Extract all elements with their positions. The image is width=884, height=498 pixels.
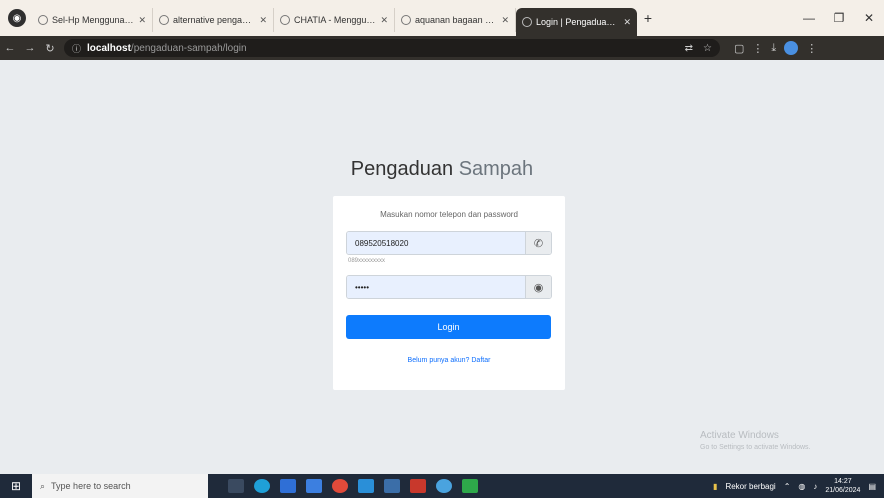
password-input[interactable] — [347, 276, 525, 298]
page-body: Pengaduan Sampah Masukan nomor telepon d… — [0, 60, 884, 474]
windows-taskbar: ⊞ ⌕ Type here to search ▮ Rekor berbagi … — [0, 474, 884, 498]
tab-4[interactable]: aquanan bagaan penga✕ — [395, 8, 516, 32]
restore-icon[interactable]: ❐ — [824, 11, 854, 25]
close-tab-icon[interactable]: ✕ — [623, 17, 631, 28]
tab-2[interactable]: alternative pengaduan s✕ — [153, 8, 274, 32]
task-view-icon[interactable] — [228, 479, 244, 493]
close-tab-icon[interactable]: ✕ — [501, 15, 509, 26]
clock[interactable]: 14:27 21/06/2024 — [825, 477, 860, 495]
windows-start-icon[interactable]: ⊞ — [0, 474, 32, 498]
login-button[interactable]: Login — [346, 315, 551, 339]
register-link[interactable]: Belum punya akun? Daftar — [346, 357, 552, 364]
phone-icon: ✆ — [525, 232, 551, 254]
eye-icon[interactable]: ◉ — [525, 276, 551, 298]
network-icon[interactable]: ◍ — [798, 482, 805, 491]
translate-icon[interactable]: ⇄ — [685, 43, 693, 54]
reload-icon[interactable]: ↻ — [40, 42, 60, 55]
weather-text[interactable]: Rekor berbagi — [725, 482, 775, 491]
browser-menu-icon[interactable]: ◉ — [8, 9, 26, 27]
activate-windows-watermark: Activate Windows Go to Settings to activ… — [700, 430, 811, 451]
system-tray: ▮ Rekor berbagi ⌃ ◍ ♪ 14:27 21/06/2024 ▤ — [713, 477, 884, 495]
page-icon — [522, 17, 532, 27]
google-icon — [159, 15, 169, 25]
chrome-icon[interactable] — [332, 479, 348, 493]
new-tab-button[interactable]: + — [637, 10, 659, 26]
notifications-icon[interactable]: ▤ — [868, 482, 876, 491]
extensions-icon[interactable]: ▢ — [734, 42, 744, 55]
address-bar[interactable]: ⓘ localhost/pengaduan-sampah/login ⇄ ☆ — [64, 39, 720, 57]
back-icon[interactable]: ← — [0, 42, 20, 54]
watermark-title: Activate Windows — [700, 430, 779, 441]
close-tab-icon[interactable]: ✕ — [380, 15, 388, 26]
minimize-icon[interactable]: — — [794, 11, 824, 25]
password-input-group: ◉ — [346, 275, 552, 299]
taskbar-search[interactable]: ⌕ Type here to search — [32, 474, 208, 498]
clock-date: 21/06/2024 — [825, 487, 861, 494]
weather-icon: ▮ — [713, 481, 718, 491]
tray-chevron-icon[interactable]: ⌃ — [784, 482, 791, 491]
xampp-icon[interactable] — [462, 479, 478, 493]
close-tab-icon[interactable]: ✕ — [259, 15, 267, 26]
taskbar-apps — [228, 479, 478, 493]
tab-active-login[interactable]: Login | Pengaduan Sampah✕ — [516, 8, 637, 36]
site-info-icon[interactable]: ⓘ — [72, 42, 81, 55]
filezilla-icon[interactable] — [410, 479, 426, 493]
browser-tab-strip: ◉ Sel-Hp Menggunakan Fi✕ alternative pen… — [0, 0, 884, 36]
profile-avatar[interactable] — [784, 41, 799, 55]
brand-bold: Pengaduan — [350, 158, 454, 180]
close-window-icon[interactable]: ✕ — [854, 11, 884, 25]
menu-icon[interactable]: ⋮ — [806, 42, 817, 55]
tab-1[interactable]: Sel-Hp Menggunakan Fi✕ — [32, 8, 153, 32]
watermark-subtitle: Go to Settings to activate Windows. — [700, 444, 811, 451]
search-icon: ⌕ — [40, 480, 46, 491]
app-icon[interactable] — [384, 479, 400, 493]
vscode-icon[interactable] — [358, 479, 374, 493]
clock-time: 14:27 — [834, 478, 852, 485]
forward-icon[interactable]: → — [20, 42, 40, 54]
sidebar-icon[interactable]: ⋮ — [752, 42, 763, 55]
browser-toolbar: ← → ↻ ⓘ localhost/pengaduan-sampah/login… — [0, 36, 884, 60]
download-icon[interactable]: ⤓ — [771, 42, 776, 55]
login-message: Masukan nomor telepon dan password — [380, 210, 518, 219]
volume-icon[interactable]: ♪ — [813, 482, 817, 491]
edge-icon[interactable] — [254, 479, 270, 493]
mail-icon[interactable] — [306, 479, 322, 493]
chat-icon — [280, 15, 290, 25]
google-icon — [401, 15, 411, 25]
login-card: Masukan nomor telepon dan password ✆ 089… — [333, 196, 565, 390]
brand-light: Sampah — [458, 158, 534, 180]
tab-3[interactable]: CHATIA - Menggunakan fo✕ — [274, 8, 395, 32]
store-icon[interactable] — [280, 479, 296, 493]
close-tab-icon[interactable]: ✕ — [138, 15, 146, 26]
search-placeholder: Type here to search — [51, 481, 131, 491]
url-host: localhost — [87, 42, 131, 54]
globe-icon — [38, 15, 48, 25]
phone-input-group: ✆ — [346, 231, 552, 255]
phone-hint: 089xxxxxxxxx — [348, 258, 386, 264]
window-controls: — ❐ ✕ — [794, 11, 884, 25]
page-title: Pengaduan Sampah — [0, 158, 884, 181]
phone-input[interactable] — [347, 232, 525, 254]
bookmark-star-icon[interactable]: ☆ — [703, 43, 712, 54]
url-path: /pengaduan-sampah/login — [130, 42, 247, 54]
browser-icon[interactable] — [436, 479, 452, 493]
